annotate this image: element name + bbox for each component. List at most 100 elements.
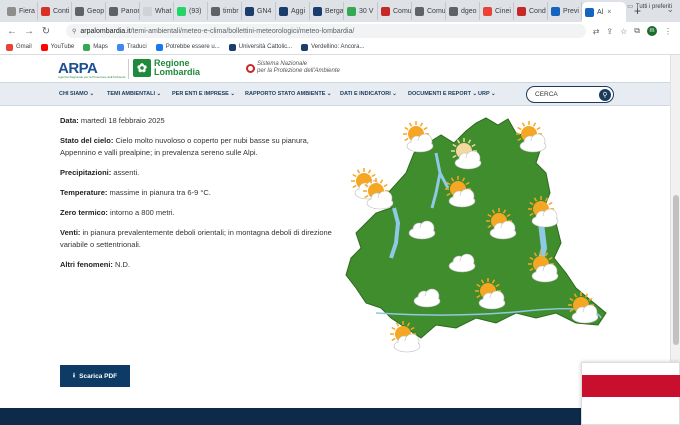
browser-tab-strip: Fiera Conti Geop Panor What (93) timbr GN4 Aggi B… bbox=[0, 0, 680, 22]
bookmark-star-icon[interactable]: ☆ bbox=[620, 27, 627, 36]
gn4-icon bbox=[279, 6, 288, 16]
lombardia-weather-map[interactable] bbox=[336, 113, 626, 353]
snpa-mark-icon bbox=[246, 63, 255, 73]
pdf-button-label: Scarica PDF bbox=[79, 372, 118, 380]
nav-chi-siamo[interactable]: CHI SIAMO ⌄ bbox=[59, 91, 94, 97]
bookmark-item[interactable]: YouTube bbox=[40, 43, 74, 51]
arpa-logo[interactable]: ARPA Agenzia Regionale per la Protezione… bbox=[58, 60, 128, 79]
arpa-logo-subtitle: Agenzia Regionale per la Protezione dell… bbox=[58, 75, 126, 79]
browser-tab[interactable]: Comu bbox=[378, 2, 412, 20]
nav-temi-ambientali[interactable]: TEMI AMBIENTALI ⌄ bbox=[107, 91, 161, 97]
bookmark-item[interactable]: Traduci bbox=[116, 43, 147, 51]
browser-tab[interactable]: Fiera bbox=[4, 2, 38, 20]
bookmark-label: Maps bbox=[93, 44, 108, 50]
gn4-icon bbox=[245, 6, 254, 16]
snpa-line1: Sistema Nazionale bbox=[257, 61, 308, 67]
menu-icon[interactable]: ⋮ bbox=[664, 27, 672, 36]
scrollbar-thumb[interactable] bbox=[673, 195, 679, 345]
snpa-line2: per la Protezione dell'Ambiente bbox=[257, 68, 340, 74]
tab-label: GN4 bbox=[257, 7, 272, 15]
download-icon: ⭳ bbox=[72, 371, 76, 379]
profile-avatar[interactable]: m bbox=[647, 26, 657, 36]
precip-value: assenti. bbox=[113, 168, 140, 177]
zero-value: intorno a 800 metri. bbox=[110, 208, 175, 217]
gn4-icon bbox=[313, 6, 322, 16]
maps-icon bbox=[347, 6, 356, 16]
whatsapp-icon bbox=[143, 6, 152, 16]
browser-tab[interactable]: Berga bbox=[310, 2, 344, 20]
search-placeholder: CERCA bbox=[535, 91, 558, 98]
browser-tab[interactable]: Comu bbox=[412, 2, 446, 20]
sun-cloud-icon[interactable] bbox=[403, 121, 434, 153]
translate-icon[interactable]: ⇄ bbox=[593, 27, 600, 36]
globe-icon bbox=[211, 6, 220, 16]
browser-tab[interactable]: What bbox=[140, 2, 174, 20]
url-path: /temi-ambientali/meteo-e-clima/bollettin… bbox=[130, 27, 355, 35]
nav-documenti[interactable]: DOCUMENTI E REPORT ⌄ bbox=[408, 91, 477, 97]
snpa-logo[interactable]: Sistema Nazionale per la Protezione dell'… bbox=[246, 61, 340, 75]
tab-label: Comu bbox=[427, 7, 446, 15]
tab-label: Previ bbox=[563, 7, 579, 15]
share-icon[interactable]: ⇪ bbox=[606, 27, 613, 36]
header-divider bbox=[128, 59, 129, 79]
extensions-icon[interactable]: ⧉ bbox=[634, 26, 640, 36]
site-info-icon[interactable]: ⚲ bbox=[72, 28, 76, 35]
reload-icon[interactable]: ↻ bbox=[41, 26, 51, 37]
bookmark-item[interactable]: Verdellino: Ancora... bbox=[301, 43, 365, 51]
browser-tab[interactable]: Conti bbox=[38, 2, 72, 20]
browser-tab[interactable]: Previ bbox=[548, 2, 582, 20]
search-icon[interactable]: ⚲ bbox=[599, 88, 611, 101]
tab-label: (93) bbox=[189, 7, 202, 15]
cielo-label: Stato del cielo: bbox=[60, 136, 114, 145]
tab-label: Fiera bbox=[19, 7, 35, 15]
forward-icon[interactable]: → bbox=[24, 26, 34, 37]
doc-icon bbox=[483, 6, 492, 16]
browser-tab[interactable]: 30 V bbox=[344, 2, 378, 20]
browser-tab[interactable]: dgeo bbox=[446, 2, 480, 20]
close-tab-icon[interactable]: × bbox=[607, 9, 611, 16]
tab-label: Berga bbox=[325, 7, 344, 15]
download-pdf-button[interactable]: ⭳ Scarica PDF bbox=[60, 365, 130, 387]
browser-tab[interactable]: Panor bbox=[106, 2, 140, 20]
browser-tab[interactable]: Aggi bbox=[276, 2, 310, 20]
nav-rapporto[interactable]: RAPPORTO STATO AMBIENTE ⌄ bbox=[245, 91, 332, 97]
nav-dati[interactable]: DATI E INDICATORI ⌄ bbox=[340, 91, 397, 97]
precip-label: Precipitazioni: bbox=[60, 168, 112, 177]
browser-tab[interactable]: (93) bbox=[174, 2, 208, 20]
bookmark-item[interactable]: Maps bbox=[83, 43, 108, 51]
address-bar[interactable]: ⚲ arpalombardia.it /temi-ambientali/mete… bbox=[66, 24, 586, 38]
nav-urp[interactable]: URP ⌄ bbox=[478, 91, 496, 97]
nav-enti-imprese[interactable]: PER ENTI E IMPRESE ⌄ bbox=[172, 91, 235, 97]
tab-label: Geop bbox=[87, 7, 105, 15]
back-icon[interactable]: ← bbox=[7, 26, 17, 37]
tab-label: Aggi bbox=[291, 7, 306, 15]
zero-label: Zero termico: bbox=[60, 208, 108, 217]
bookmark-item[interactable]: Gmail bbox=[6, 43, 32, 51]
tab-label: Al bbox=[597, 8, 604, 16]
bookmark-label: Potrebbe essere u... bbox=[165, 44, 220, 50]
bookmark-favicon-icon bbox=[228, 43, 236, 51]
all-bookmarks[interactable]: ▭ Tutti i preferiti bbox=[627, 3, 672, 11]
tab-label: Cinei bbox=[495, 7, 511, 15]
globe-icon bbox=[75, 6, 84, 16]
browser-tab[interactable]: Geop bbox=[72, 2, 106, 20]
regione-lombardia-logo[interactable]: ✿ Regione Lombardia bbox=[133, 59, 200, 77]
bookmark-item[interactable]: Potrebbe essere u... bbox=[155, 43, 220, 51]
chat-icon bbox=[41, 6, 50, 16]
cookie-popup[interactable] bbox=[581, 362, 680, 425]
browser-tab[interactable]: Cinei bbox=[480, 2, 514, 20]
arpa-icon bbox=[551, 6, 560, 16]
bookmark-item[interactable]: Università Cattolic... bbox=[228, 43, 292, 51]
browser-tab[interactable]: timbr bbox=[208, 2, 242, 20]
tab-label: timbr bbox=[223, 7, 239, 15]
search-input[interactable]: CERCA ⚲ bbox=[526, 86, 614, 103]
regione-line2: Lombardia bbox=[154, 67, 201, 77]
browser-tab[interactable]: Cond bbox=[514, 2, 548, 20]
tab-label: What bbox=[155, 7, 172, 15]
browser-tab[interactable]: GN4 bbox=[242, 2, 276, 20]
browser-tab[interactable]: Al × bbox=[582, 2, 626, 22]
tab-label: Panor bbox=[121, 7, 140, 15]
tab-label: dgeo bbox=[461, 7, 477, 15]
url-host: arpalombardia.it bbox=[80, 27, 131, 35]
all-bookmarks-label: Tutti i preferiti bbox=[635, 3, 672, 10]
